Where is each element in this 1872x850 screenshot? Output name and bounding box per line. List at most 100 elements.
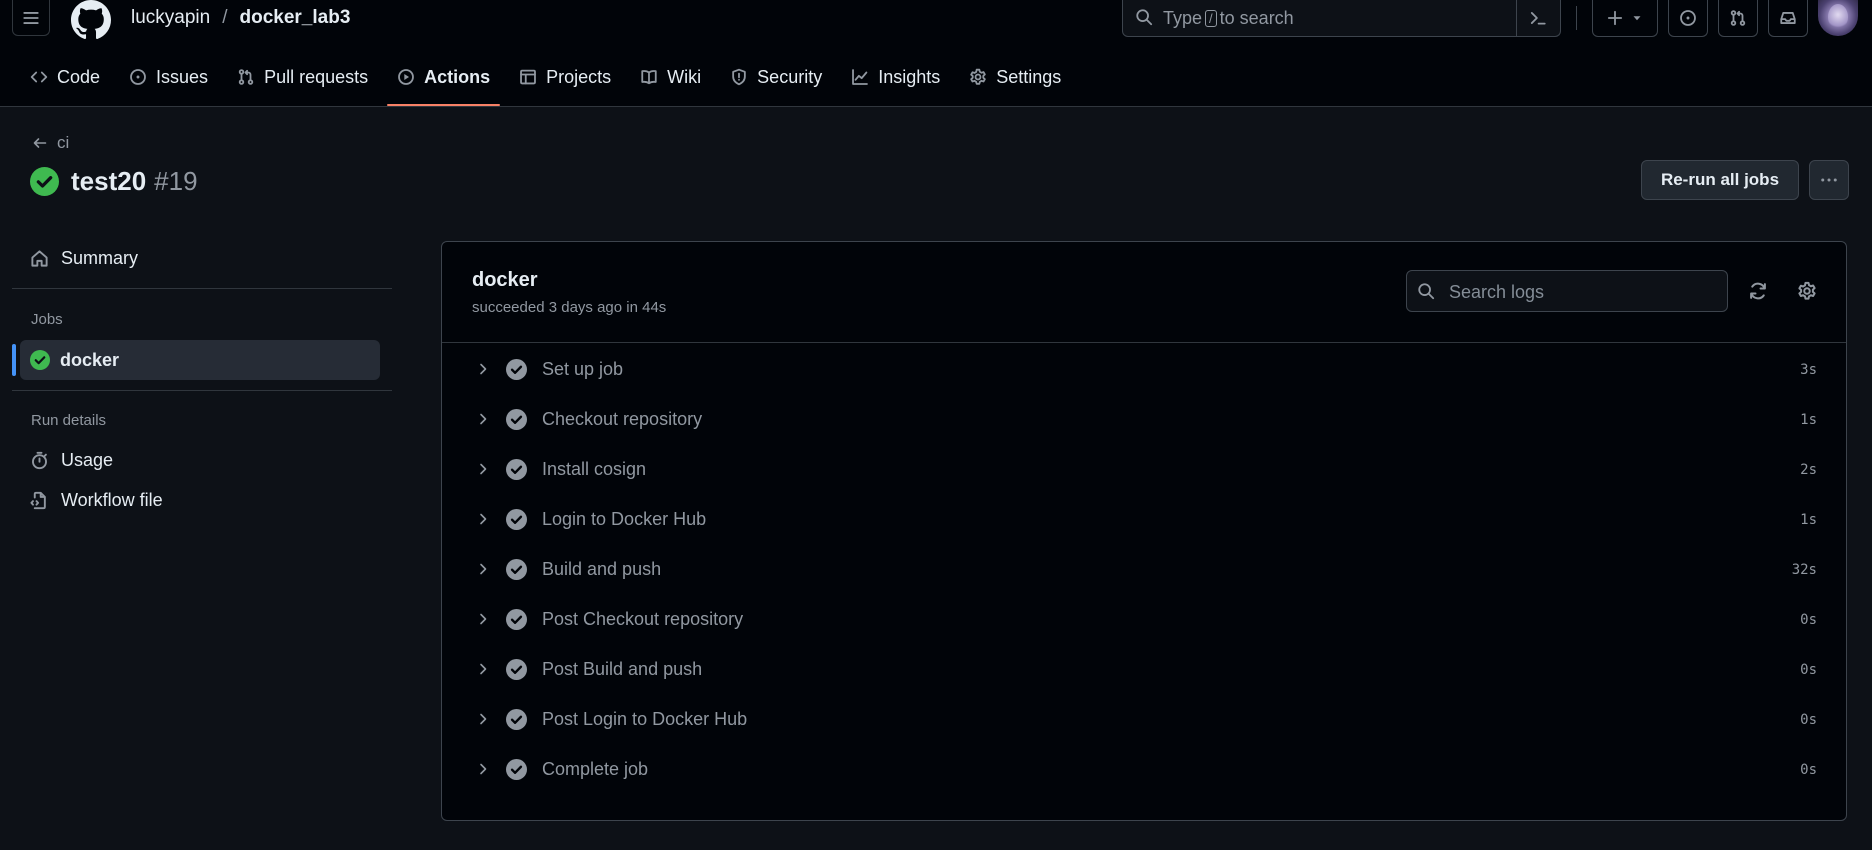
search-shortcut-key: / [1205, 10, 1217, 27]
breadcrumb-separator: / [222, 7, 228, 28]
search-placeholder: Type / to search [1163, 8, 1294, 28]
job-logs-panel: docker succeeded 3 days ago in 44s Set u… [441, 241, 1847, 821]
check-circle-fill-icon [506, 509, 527, 530]
hamburger-icon [23, 11, 39, 24]
workflow-name: ci [57, 133, 70, 152]
git-pull-request-icon [238, 69, 254, 85]
sidebar-item-job-docker[interactable]: docker [20, 340, 380, 380]
tab-code[interactable]: Code [20, 62, 110, 92]
github-logo-icon[interactable] [70, 0, 112, 40]
step-row[interactable]: Post Build and push 0s [442, 645, 1846, 695]
run-details-heading: Run details [31, 412, 107, 429]
tab-security[interactable]: Security [720, 62, 832, 92]
plus-icon [1607, 10, 1623, 26]
toolbar-divider [1576, 6, 1577, 30]
step-row[interactable]: Set up job 3s [442, 345, 1846, 395]
menu-button[interactable] [12, 0, 50, 36]
chevron-right-icon [480, 713, 487, 725]
step-row[interactable]: Login to Docker Hub 1s [442, 495, 1846, 545]
more-options-button[interactable] [1809, 160, 1849, 200]
search-logs-input[interactable] [1447, 271, 1721, 313]
book-icon [641, 70, 657, 85]
rerun-all-jobs-button[interactable]: Re-run all jobs [1641, 160, 1799, 200]
chevron-down-icon [1633, 16, 1641, 21]
issues-button[interactable] [1668, 0, 1708, 37]
run-name: test20 [71, 166, 147, 196]
gear-icon[interactable] [1797, 281, 1817, 301]
home-icon [31, 250, 48, 267]
step-duration: 0s [1800, 612, 1817, 628]
jobs-heading: Jobs [31, 311, 63, 328]
inbox-button[interactable] [1768, 0, 1808, 37]
step-label: Checkout repository [542, 409, 703, 429]
step-row[interactable]: Build and push 32s [442, 545, 1846, 595]
search-logs-field[interactable] [1406, 270, 1728, 313]
chevron-right-icon [480, 513, 487, 525]
step-row[interactable]: Post Checkout repository 0s [442, 595, 1846, 645]
step-row[interactable]: Checkout repository 1s [442, 395, 1846, 445]
step-duration: 3s [1800, 362, 1817, 378]
step-duration: 0s [1800, 762, 1817, 778]
tab-settings[interactable]: Settings [959, 62, 1071, 92]
step-label: Login to Docker Hub [542, 509, 707, 529]
pull-requests-button[interactable] [1718, 0, 1758, 37]
check-circle-fill-icon [506, 459, 527, 480]
check-circle-fill-icon [506, 759, 527, 780]
chevron-right-icon [480, 463, 487, 475]
chevron-right-icon [480, 563, 487, 575]
refresh-icon[interactable] [1748, 281, 1768, 301]
step-label: Install cosign [542, 459, 647, 479]
chevron-right-icon [480, 763, 487, 775]
step-row[interactable]: Post Login to Docker Hub 0s [442, 695, 1846, 745]
tab-issues[interactable]: Issues [119, 62, 218, 92]
create-new-button[interactable] [1592, 0, 1658, 37]
tab-label: Insights [878, 66, 941, 87]
shield-icon [732, 68, 746, 86]
gear-icon [970, 68, 987, 85]
check-circle-fill-icon [506, 409, 527, 430]
sidebar-item-usage[interactable]: Usage [30, 450, 113, 471]
step-row[interactable]: Complete job 0s [442, 745, 1846, 795]
sidebar-item-label: Usage [61, 450, 114, 470]
page-title: test20 #19 [30, 166, 198, 197]
command-palette-button[interactable] [1516, 0, 1559, 36]
tab-label: Actions [424, 66, 491, 87]
sidebar-item-summary[interactable]: Summary [30, 248, 138, 269]
step-label: Post Build and push [542, 659, 703, 679]
code-icon [30, 71, 48, 83]
check-circle-fill-icon [30, 167, 59, 196]
tab-label: Pull requests [264, 66, 369, 87]
check-circle-fill-icon [506, 359, 527, 380]
tab-pull-requests[interactable]: Pull requests [227, 62, 378, 92]
check-circle-fill-icon [506, 609, 527, 630]
selected-indicator [12, 344, 16, 376]
file-code-icon [30, 491, 46, 510]
kebab-horizontal-icon [1821, 178, 1837, 182]
sidebar-divider [12, 288, 392, 289]
repo-link[interactable]: docker_lab3 [240, 7, 351, 29]
step-duration: 0s [1800, 662, 1817, 678]
tab-insights[interactable]: Insights [841, 62, 950, 92]
avatar[interactable] [1818, 0, 1858, 36]
step-label: Complete job [542, 759, 649, 779]
table-icon [520, 69, 537, 85]
tab-wiki[interactable]: Wiki [630, 62, 711, 92]
arrow-left-icon [33, 138, 47, 148]
back-to-workflow-link[interactable]: ci [32, 133, 69, 153]
check-circle-fill-icon [506, 659, 527, 680]
sidebar-item-workflow-file[interactable]: Workflow file [30, 490, 163, 511]
graph-icon [852, 69, 869, 85]
sidebar-item-label: docker [60, 349, 120, 370]
sidebar-divider [12, 390, 392, 391]
breadcrumb: luckyapin / docker_lab3 [131, 7, 350, 29]
top-header: luckyapin / docker_lab3 Type / to search C… [0, 0, 1872, 107]
step-row[interactable]: Install cosign 2s [442, 445, 1846, 495]
step-label: Post Login to Docker Hub [542, 709, 748, 729]
global-search-input[interactable]: Type / to search [1122, 0, 1561, 37]
owner-link[interactable]: luckyapin [131, 7, 210, 29]
sidebar-item-label: Workflow file [61, 490, 163, 510]
tab-projects[interactable]: Projects [509, 62, 621, 92]
tab-actions[interactable]: Actions [387, 62, 501, 106]
run-number: #19 [154, 166, 198, 196]
tab-label: Settings [996, 66, 1062, 87]
